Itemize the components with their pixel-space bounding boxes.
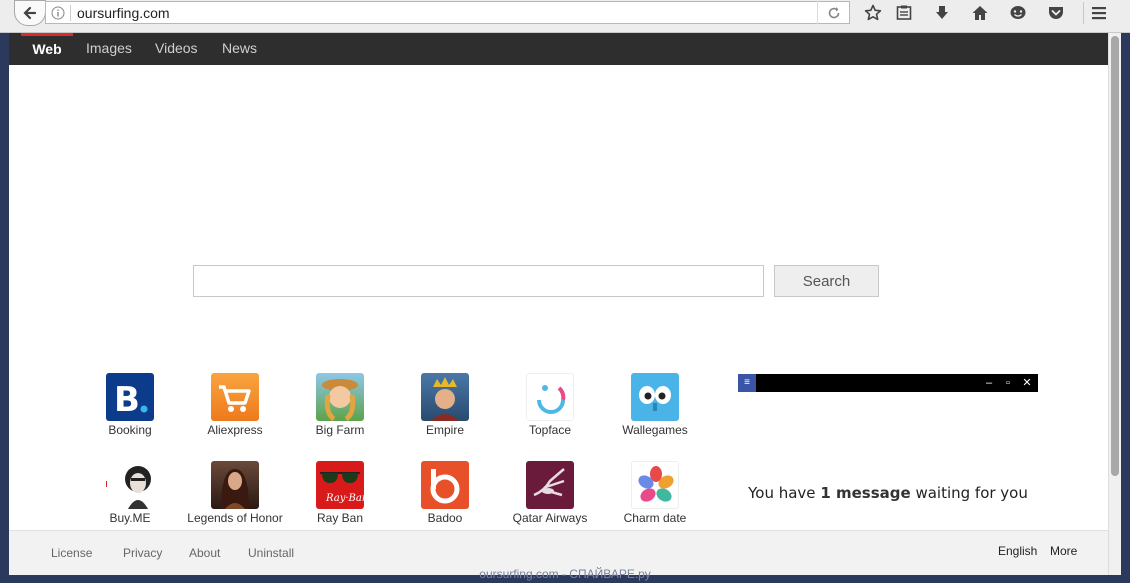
wallegames-face-icon	[631, 373, 679, 421]
star-icon[interactable]	[860, 2, 886, 24]
tab-web[interactable]: Web	[21, 33, 73, 65]
message-promo-widget[interactable]: ≡ – ▫ ✕ You have 1 message waiting for y…	[738, 374, 1038, 514]
tile-label: Big Farm	[315, 423, 365, 437]
tile-label: Ray Ban	[316, 511, 364, 525]
more-link[interactable]: More	[1050, 544, 1077, 558]
tile-label: Empire	[425, 423, 464, 437]
scroll-thumb[interactable]	[1111, 36, 1119, 476]
window-edge	[1121, 33, 1130, 583]
tile-qatar-airways[interactable]: Qatar Airways	[495, 461, 605, 527]
tile-legends-of-honor[interactable]: Legends of Honor	[180, 461, 290, 527]
oryx-logo-icon	[526, 461, 574, 509]
tile-label: Booking	[108, 423, 152, 437]
reading-list-icon[interactable]	[891, 2, 917, 24]
vertical-scrollbar[interactable]	[1108, 33, 1121, 575]
buyme-icon	[106, 461, 154, 509]
charm-date-flower-icon	[631, 461, 679, 509]
booking-icon: B	[106, 373, 154, 421]
tile-empire[interactable]: Empire	[390, 373, 500, 439]
tile-aliexpress[interactable]: Aliexpress	[180, 373, 290, 439]
toolbar-divider	[1083, 2, 1084, 24]
page-viewport: Web Images Videos News Search B Booking …	[9, 33, 1108, 575]
svg-text:Ray·Ban: Ray·Ban	[325, 493, 364, 504]
maximize-icon[interactable]: ▫	[999, 374, 1017, 392]
hamburger-menu-icon[interactable]	[1086, 2, 1112, 24]
footer-link-license[interactable]: License	[51, 546, 92, 560]
chat-icon[interactable]	[1005, 2, 1031, 24]
warrior-woman-icon	[211, 461, 259, 509]
reload-button[interactable]	[817, 1, 849, 24]
back-button[interactable]	[14, 0, 46, 26]
tile-label: Badoo	[427, 511, 463, 525]
footer-link-privacy[interactable]: Privacy	[123, 546, 162, 560]
search-input[interactable]	[193, 265, 764, 297]
back-arrow-icon	[23, 6, 37, 20]
menu-icon[interactable]: ≡	[738, 374, 756, 392]
pocket-icon[interactable]	[1043, 2, 1069, 24]
promo-text-after: waiting for you	[910, 484, 1028, 502]
tile-label: Charm date	[623, 511, 687, 525]
tile-wallegames[interactable]: Wallegames	[600, 373, 710, 439]
tile-label: Topface	[528, 423, 572, 437]
reload-icon	[828, 6, 839, 18]
promo-text-before: You have	[748, 484, 821, 502]
shopping-cart-icon	[211, 373, 259, 421]
tile-label: Legends of Honor	[187, 511, 283, 525]
url-text[interactable]: oursurfing.com	[77, 5, 817, 21]
tile-buy-me[interactable]: Buy.ME	[75, 461, 185, 527]
promo-message[interactable]: You have 1 message waiting for you	[738, 484, 1038, 502]
farmer-girl-icon	[316, 373, 364, 421]
tab-videos[interactable]: Videos	[155, 33, 198, 65]
language-selector[interactable]: English	[998, 544, 1037, 558]
promo-highlight: 1 message	[820, 484, 911, 502]
search-button[interactable]: Search	[774, 265, 879, 297]
king-icon	[421, 373, 469, 421]
url-separator	[70, 4, 71, 21]
info-icon[interactable]	[46, 6, 70, 20]
sunglasses-icon: Ray·Ban	[316, 461, 364, 509]
watermark-text: oursurfing.com - СПАЙВАРЕ.ру	[479, 567, 651, 581]
home-icon[interactable]	[967, 2, 993, 24]
footer-link-uninstall[interactable]: Uninstall	[248, 546, 294, 560]
svg-text:B: B	[114, 380, 140, 420]
tile-charm-date[interactable]: Charm date	[600, 461, 710, 527]
minimize-icon[interactable]: –	[980, 374, 998, 392]
topface-icon	[526, 373, 574, 421]
tile-booking[interactable]: B Booking	[75, 373, 185, 439]
badoo-icon	[421, 461, 469, 509]
tile-topface[interactable]: Topface	[495, 373, 605, 439]
tab-images[interactable]: Images	[86, 33, 132, 65]
download-icon[interactable]	[929, 2, 955, 24]
tile-badoo[interactable]: Badoo	[390, 461, 500, 527]
tile-big-farm[interactable]: Big Farm	[285, 373, 395, 439]
tile-label: Wallegames	[622, 423, 688, 437]
tab-news[interactable]: News	[222, 33, 257, 65]
tile-ray-ban[interactable]: Ray·Ban Ray Ban	[285, 461, 395, 527]
tile-label: Aliexpress	[207, 423, 263, 437]
promo-titlebar: ≡ – ▫ ✕	[738, 374, 1038, 392]
footer-link-about[interactable]: About	[189, 546, 220, 560]
browser-toolbar: oursurfing.com	[0, 0, 1130, 33]
search-navbar: Web Images Videos News	[9, 33, 1108, 65]
url-bar[interactable]: oursurfing.com	[45, 1, 850, 24]
close-icon[interactable]: ✕	[1018, 374, 1036, 392]
tile-label: Qatar Airways	[512, 511, 588, 525]
tile-label: Buy.ME	[109, 511, 151, 525]
